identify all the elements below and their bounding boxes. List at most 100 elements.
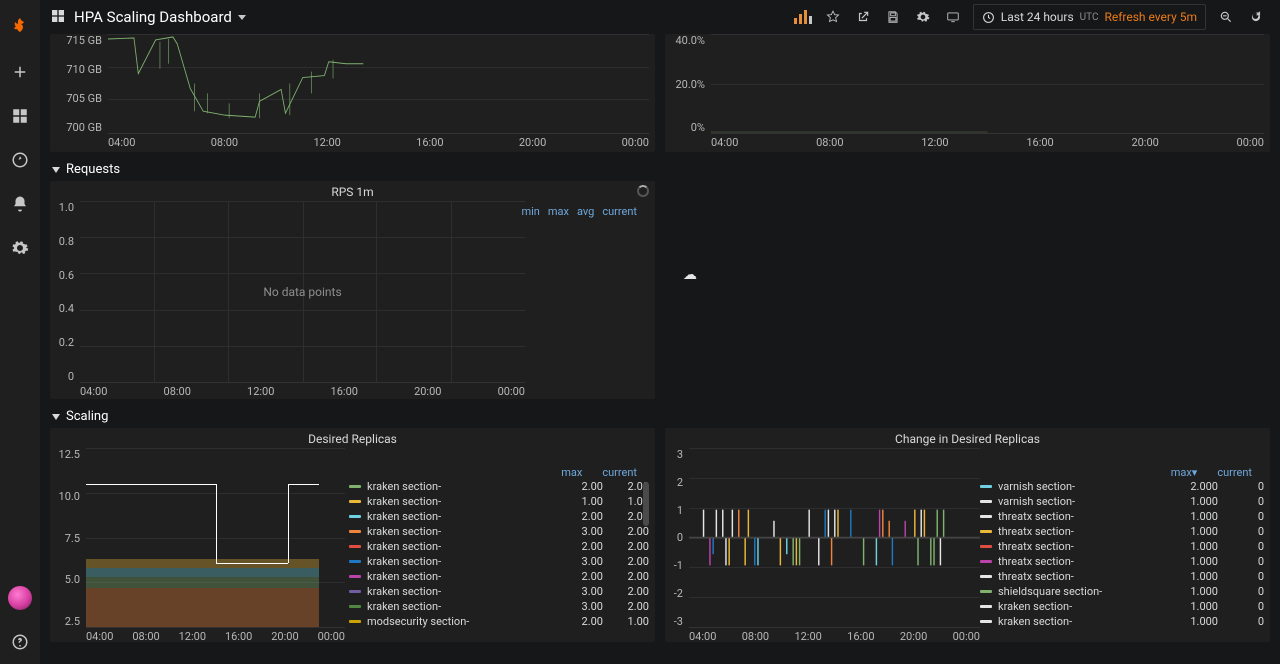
zoom-out-icon[interactable] bbox=[1212, 4, 1240, 30]
change-legend: max▾ current varnish section-2.0000varnis… bbox=[980, 466, 1264, 628]
legend-item[interactable]: kraken section-2.002.00 bbox=[349, 539, 649, 554]
axis-tick: 08:00 bbox=[132, 630, 159, 646]
chevron-down-icon bbox=[52, 414, 60, 420]
legend-item[interactable]: kraken section-1.0000 bbox=[980, 614, 1264, 628]
legend-item[interactable]: threatx section-1.0000 bbox=[980, 554, 1264, 569]
config-icon[interactable] bbox=[4, 232, 36, 264]
legend-header[interactable]: current bbox=[1217, 466, 1252, 479]
panel-memory[interactable]: 715 GB710 GB705 GB700 GB bbox=[50, 34, 655, 152]
series-label: kraken section- bbox=[367, 525, 557, 538]
series-current: 2.00 bbox=[609, 600, 649, 613]
legend-item[interactable]: threatx section-1.0000 bbox=[980, 539, 1264, 554]
share-icon[interactable] bbox=[849, 4, 877, 30]
legend-item[interactable]: varnish section- 1.000 0 bbox=[980, 494, 1264, 509]
series-swatch bbox=[980, 530, 992, 533]
axis-tick: -3 bbox=[665, 615, 683, 628]
axis-tick: 08:00 bbox=[164, 385, 191, 401]
axis-tick: 12:00 bbox=[179, 630, 206, 646]
star-icon[interactable] bbox=[819, 4, 847, 30]
legend-header[interactable]: current bbox=[602, 466, 637, 479]
add-panel-icon[interactable] bbox=[789, 4, 817, 30]
axis-tick: 3 bbox=[665, 448, 683, 461]
axis-tick: 04:00 bbox=[689, 630, 716, 646]
axis-tick: 04:00 bbox=[80, 385, 107, 401]
panel-desired-replicas[interactable]: Desired Replicas 12.510.07.55.02.5 bbox=[50, 428, 655, 642]
grafana-logo[interactable] bbox=[4, 12, 36, 44]
axis-tick: 16:00 bbox=[416, 136, 443, 152]
settings-icon[interactable] bbox=[909, 4, 937, 30]
scrollbar-thumb[interactable] bbox=[643, 482, 649, 526]
legend-item[interactable]: kraken section-2.002.00 bbox=[349, 509, 649, 524]
legend-header[interactable]: current bbox=[602, 205, 637, 218]
series-swatch bbox=[980, 485, 992, 488]
create-icon[interactable] bbox=[4, 56, 36, 88]
row-scaling[interactable]: Scaling bbox=[50, 405, 1270, 428]
series-swatch bbox=[349, 485, 361, 488]
axis-tick: 1.0 bbox=[50, 201, 74, 214]
memory-plot bbox=[108, 34, 649, 134]
legend-item[interactable]: shieldsquare section-1.0000 bbox=[980, 584, 1264, 599]
legend-item[interactable]: kraken section-2.002.00 bbox=[349, 569, 649, 584]
legend-item[interactable]: kraken section-1.001.00 bbox=[349, 494, 649, 509]
axis-tick: 16:00 bbox=[331, 385, 358, 401]
legend-item[interactable]: kraken section-1.0000 bbox=[980, 599, 1264, 614]
series-swatch bbox=[349, 620, 361, 623]
rps-legend-headers: minmaxavg current bbox=[521, 205, 637, 218]
legend-item[interactable]: varnish section-2.0000 bbox=[980, 479, 1264, 494]
axis-tick: 710 GB bbox=[50, 63, 102, 76]
save-icon[interactable] bbox=[879, 4, 907, 30]
legend-item[interactable]: threatx section-1.0000 bbox=[980, 569, 1264, 584]
panel-change-replicas[interactable]: Change in Desired Replicas 3210-1-2-3 04… bbox=[665, 428, 1270, 642]
dashboards-icon[interactable] bbox=[4, 100, 36, 132]
axis-tick: 5.0 bbox=[50, 573, 80, 586]
series-label: kraken section- bbox=[998, 615, 1172, 628]
legend-header[interactable]: avg bbox=[577, 205, 594, 218]
axis-tick: 7.5 bbox=[50, 532, 80, 545]
panel-cpu[interactable]: 40.0%20.0%0% 04:0008:0012:0016:0020:0000… bbox=[665, 34, 1270, 152]
axis-tick: 12.5 bbox=[50, 448, 80, 461]
alerting-icon[interactable] bbox=[4, 188, 36, 220]
legend-header[interactable]: min bbox=[521, 205, 539, 218]
legend-item[interactable]: kraken section-3.002.00 bbox=[349, 599, 649, 614]
cycle-view-icon[interactable] bbox=[939, 4, 967, 30]
series-current: 0 bbox=[1224, 495, 1264, 508]
avatar[interactable] bbox=[4, 582, 36, 614]
time-picker[interactable]: Last 24 hours UTC Refresh every 5m bbox=[973, 4, 1206, 30]
axis-tick: 0% bbox=[665, 121, 705, 134]
change-plot bbox=[689, 448, 980, 628]
refresh-icon[interactable] bbox=[1242, 4, 1270, 30]
series-label: modsecurity section- bbox=[367, 615, 557, 628]
panel-title: Change in Desired Replicas bbox=[665, 428, 1270, 448]
row-title: Requests bbox=[66, 162, 120, 177]
series-current: 0 bbox=[1224, 615, 1264, 628]
legend-header[interactable]: max bbox=[561, 466, 582, 479]
axis-tick: 705 GB bbox=[50, 92, 102, 105]
series-max: 1.000 bbox=[1178, 495, 1218, 508]
panel-rps[interactable]: RPS 1m 1.00.80.60.40.20 No data points bbox=[50, 181, 655, 399]
axis-tick: 20:00 bbox=[1131, 136, 1158, 152]
series-label: varnish section- bbox=[998, 495, 1172, 508]
legend-header[interactable]: max▾ bbox=[1171, 466, 1198, 479]
explore-icon[interactable] bbox=[4, 144, 36, 176]
legend-item[interactable]: threatx section-1.0000 bbox=[980, 509, 1264, 524]
panel-empty: ☁ bbox=[665, 181, 1270, 399]
help-icon[interactable] bbox=[4, 626, 36, 658]
legend-header[interactable]: max bbox=[548, 205, 569, 218]
dashboard-grid-icon[interactable] bbox=[50, 8, 66, 27]
axis-tick: 00:00 bbox=[498, 385, 525, 401]
refresh-label: Refresh every 5m bbox=[1104, 10, 1197, 24]
legend-item[interactable]: kraken section-3.002.00 bbox=[349, 524, 649, 539]
series-label: threatx section- bbox=[998, 525, 1172, 538]
legend-item[interactable]: threatx section-1.0000 bbox=[980, 524, 1264, 539]
axis-tick: 10.0 bbox=[50, 490, 80, 503]
axis-tick: 0 bbox=[665, 531, 683, 544]
legend-item[interactable]: modsecurity section-2.001.00 bbox=[349, 614, 649, 628]
axis-tick: 16:00 bbox=[1026, 136, 1053, 152]
legend-item[interactable]: kraken section-3.002.00 bbox=[349, 554, 649, 569]
legend-item[interactable]: kraken section-3.002.00 bbox=[349, 584, 649, 599]
axis-tick: 20.0% bbox=[665, 78, 705, 91]
axis-tick: 0.6 bbox=[50, 269, 74, 282]
dashboard-title[interactable]: HPA Scaling Dashboard bbox=[74, 8, 246, 26]
legend-item[interactable]: kraken section-2.002.00 bbox=[349, 479, 649, 494]
row-requests[interactable]: Requests bbox=[50, 158, 1270, 181]
